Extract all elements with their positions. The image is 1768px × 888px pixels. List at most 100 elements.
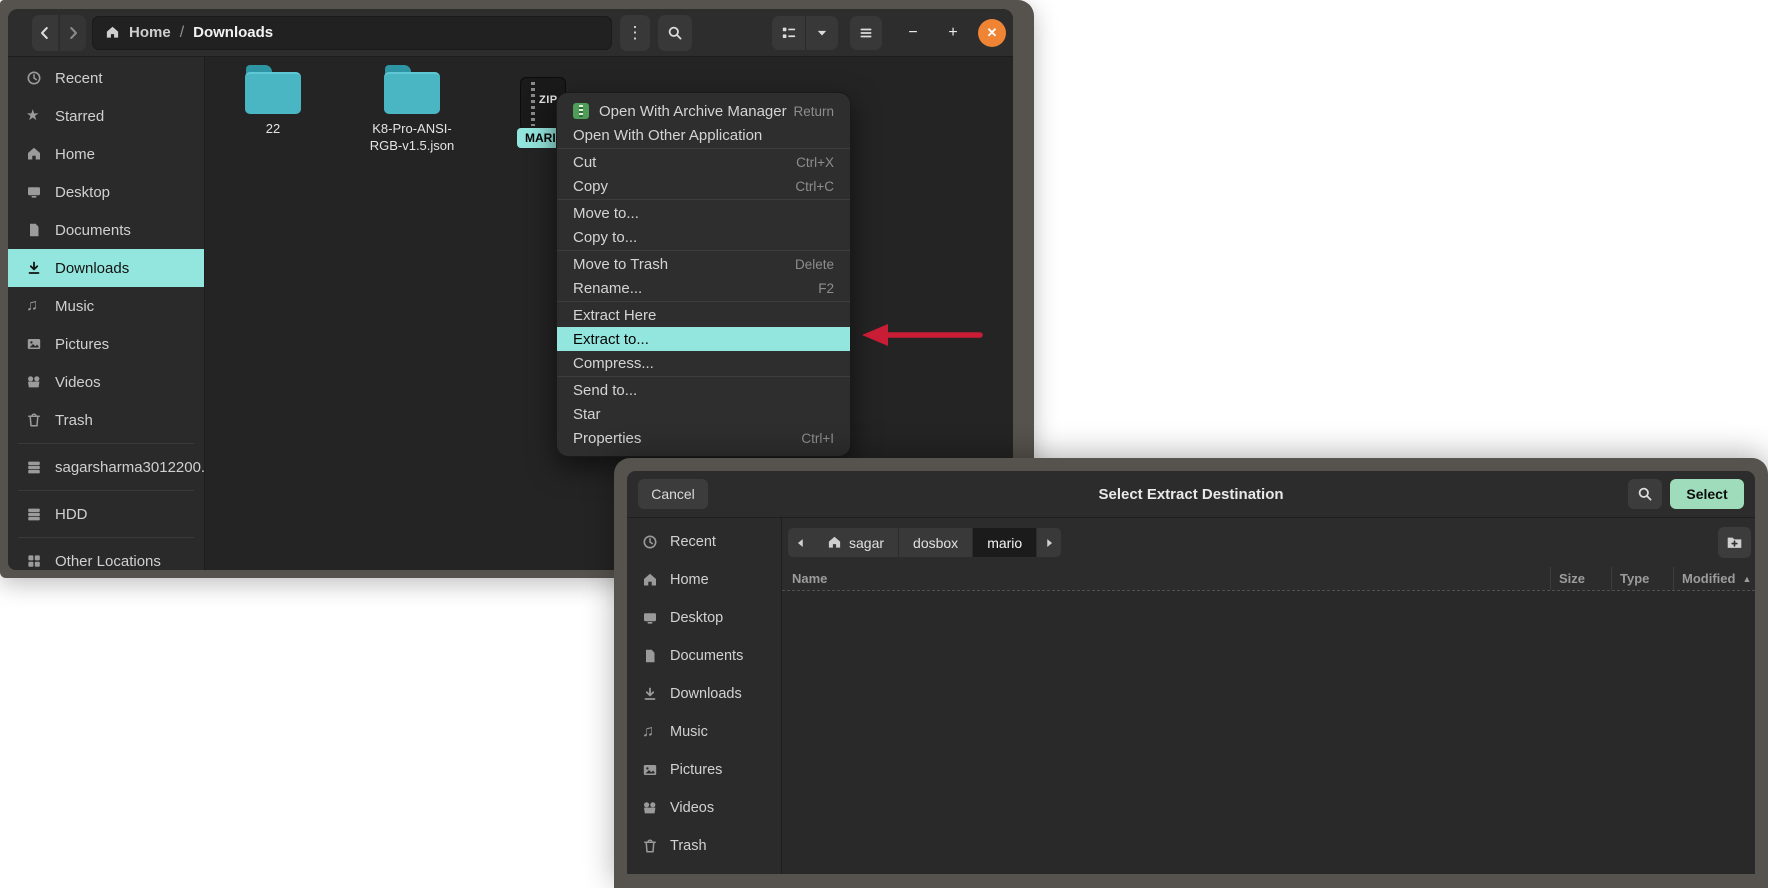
sidebar-item-label: Desktop	[670, 610, 723, 626]
menu-shortcut: Return	[793, 104, 834, 119]
sidebar-item-starred[interactable]: ★Starred	[8, 97, 204, 135]
new-folder-button[interactable]	[1718, 527, 1751, 558]
breadcrumb-current[interactable]: Downloads	[193, 24, 273, 41]
sidebar-item-videos[interactable]: Videos	[8, 363, 204, 401]
sidebar-item-downloads[interactable]: Downloads	[8, 249, 204, 287]
sidebar-item-label: Recent	[55, 70, 103, 87]
menu-item-properties[interactable]: Properties Ctrl+I	[557, 426, 850, 450]
sidebar-item-label: Documents	[55, 222, 131, 239]
menu-item-rename[interactable]: Rename...F2	[557, 276, 850, 300]
column-header-name[interactable]: Name	[782, 571, 1550, 586]
desktop-icon	[26, 184, 42, 200]
sidebar-item-documents[interactable]: Documents	[8, 211, 204, 249]
menu-item-move-to[interactable]: Move to...	[557, 201, 850, 225]
menu-item-star[interactable]: Star	[557, 402, 850, 426]
breadcrumb-segment-mario[interactable]: mario	[972, 528, 1036, 557]
sidebar-item-label: Pictures	[55, 336, 109, 353]
sidebar-item-trash[interactable]: Trash	[8, 401, 204, 439]
breadcrumb-segment-dosbox[interactable]: dosbox	[898, 528, 972, 557]
menu-item-compress[interactable]: Compress...	[557, 351, 850, 375]
dialog-sidebar-item-music[interactable]: ♫Music	[627, 713, 781, 751]
menu-shortcut: Ctrl+I	[801, 431, 834, 446]
app-menu-button[interactable]	[850, 16, 882, 50]
list-view-icon	[781, 25, 797, 41]
video-icon	[642, 800, 658, 816]
sidebar-item-recent[interactable]: Recent	[8, 59, 204, 97]
dialog-sidebar-item-trash[interactable]: Trash	[627, 827, 781, 865]
close-button[interactable]: ✕	[978, 19, 1006, 47]
drive-icon	[26, 506, 42, 522]
list-view-button[interactable]	[772, 16, 805, 50]
menu-item-label: Send to...	[573, 382, 637, 399]
menu-item-copy-to[interactable]: Copy to...	[557, 225, 850, 249]
breadcrumb-scroll-right-button[interactable]	[1036, 528, 1061, 557]
file-folder-k8-pro[interactable]: K8-Pro-ANSI-RGB-v1.5.json	[357, 65, 467, 155]
cancel-button[interactable]: Cancel	[638, 479, 708, 509]
dialog-sidebar-item-home[interactable]: Home	[627, 561, 781, 599]
menu-item-cut[interactable]: Cut Ctrl+X	[557, 150, 850, 174]
clock-icon	[26, 70, 42, 86]
dialog-sidebar-item-pictures[interactable]: Pictures	[627, 751, 781, 789]
menu-item-open-with-other-application[interactable]: Open With Other Application	[557, 123, 850, 147]
sidebar-item-music[interactable]: ♫Music	[8, 287, 204, 325]
sidebar-item-label: Home	[670, 572, 709, 588]
trash-icon	[26, 412, 42, 428]
sidebar-item-label: Starred	[55, 108, 104, 125]
menu-shortcut: Ctrl+X	[796, 155, 834, 170]
forward-button[interactable]	[60, 15, 86, 51]
breadcrumb-scroll-left-button[interactable]	[788, 528, 813, 557]
menu-separator	[557, 376, 850, 377]
sidebar-item-hdd[interactable]: HDD	[8, 495, 204, 533]
menu-separator	[557, 250, 850, 251]
dialog-sidebar-item-documents[interactable]: Documents	[627, 637, 781, 675]
sidebar-item-desktop[interactable]: Desktop	[8, 173, 204, 211]
menu-item-label: Cut	[573, 154, 596, 171]
sidebar-item-other-locations[interactable]: Other Locations	[8, 542, 204, 570]
column-header-type[interactable]: Type	[1611, 567, 1673, 590]
select-button[interactable]: Select	[1670, 479, 1744, 509]
picture-icon	[642, 762, 658, 778]
dialog-sidebar-item-desktop[interactable]: Desktop	[627, 599, 781, 637]
maximize-button[interactable]: +	[940, 24, 966, 42]
sidebar-item-home[interactable]: Home	[8, 135, 204, 173]
file-label: K8-Pro-ANSI-RGB-v1.5.json	[357, 121, 467, 155]
document-icon	[642, 648, 658, 664]
dialog-sidebar-item-videos[interactable]: Videos	[627, 789, 781, 827]
breadcrumb[interactable]: Home / Downloads	[92, 16, 612, 50]
minimize-button[interactable]: −	[900, 24, 926, 42]
sidebar-item-label: Videos	[55, 374, 101, 391]
sidebar-item-mobile-device[interactable]: sagarsharma3012200...	[8, 448, 204, 486]
dialog-sidebar-item-downloads[interactable]: Downloads	[627, 675, 781, 713]
view-options-dropdown-button[interactable]	[805, 16, 838, 50]
sidebar-item-label: Videos	[670, 800, 714, 816]
sidebar-item-label: Music	[670, 724, 708, 740]
breadcrumb-root[interactable]: Home	[129, 24, 171, 41]
back-button[interactable]	[32, 15, 58, 51]
menu-item-move-to-trash[interactable]: Move to TrashDelete	[557, 252, 850, 276]
menu-item-open-with-archive-manager[interactable]: Open With Archive Manager Return	[557, 99, 850, 123]
annotation-arrow	[858, 318, 994, 352]
search-button[interactable]	[658, 15, 692, 51]
files-sidebar: Recent ★Starred Home Desktop Documents D…	[8, 57, 205, 570]
menu-item-extract-here[interactable]: Extract Here	[557, 303, 850, 327]
breadcrumb-segment-sagar[interactable]: sagar	[813, 528, 898, 557]
file-folder-22[interactable]: 22	[218, 65, 328, 138]
sidebar-item-pictures[interactable]: Pictures	[8, 325, 204, 363]
menu-separator	[557, 301, 850, 302]
menu-item-extract-to[interactable]: Extract to...	[557, 327, 850, 351]
drive-icon	[26, 459, 42, 475]
dialog-sidebar-item-recent[interactable]: Recent	[627, 523, 781, 561]
dialog-search-button[interactable]	[1628, 479, 1662, 509]
menu-shortcut: F2	[818, 281, 834, 296]
column-header-size[interactable]: Size	[1550, 567, 1611, 590]
sidebar-separator	[18, 443, 194, 444]
kebab-menu-button[interactable]: ⋮	[620, 15, 650, 51]
menu-item-copy[interactable]: CopyCtrl+C	[557, 174, 850, 198]
menu-item-label: Properties	[573, 430, 641, 447]
hamburger-icon	[858, 25, 874, 41]
files-headerbar: Home / Downloads ⋮ − + ✕	[8, 9, 1013, 57]
dialog-sidebar: Recent Home Desktop Documents Downloads …	[627, 518, 782, 874]
column-header-modified[interactable]: Modified▲	[1673, 567, 1755, 590]
file-list-empty-area[interactable]	[782, 590, 1755, 874]
menu-item-send-to[interactable]: Send to...	[557, 378, 850, 402]
